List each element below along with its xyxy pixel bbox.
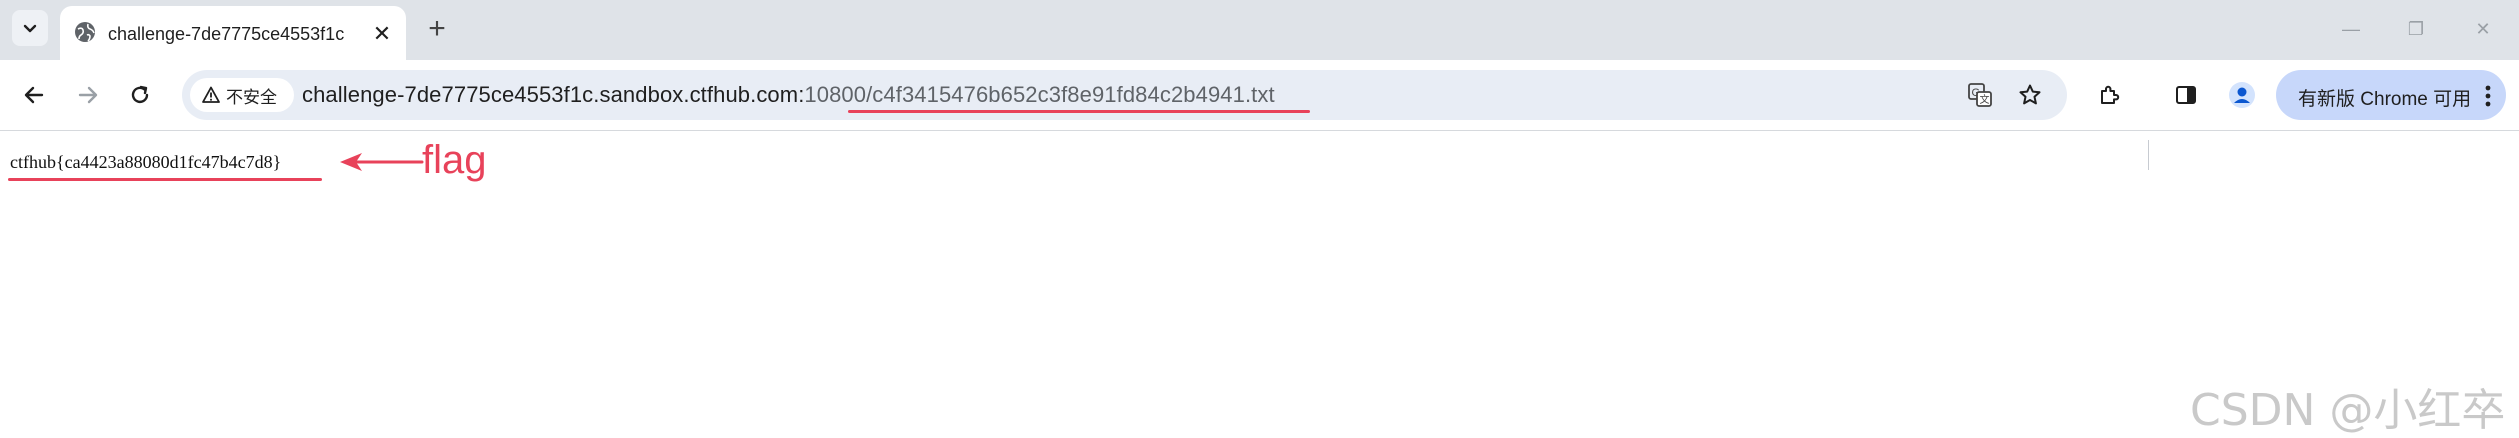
extensions-icon bbox=[2101, 85, 2120, 104]
translate-icon: G文 bbox=[1968, 83, 1992, 107]
back-icon bbox=[24, 86, 44, 104]
extensions-button[interactable] bbox=[2092, 77, 2128, 113]
bookmark-button[interactable] bbox=[2015, 80, 2045, 110]
translate-button[interactable]: G文 bbox=[1965, 80, 1995, 110]
star-icon bbox=[2019, 84, 2041, 105]
forward-button[interactable] bbox=[70, 77, 106, 113]
annotation-label: flag bbox=[422, 138, 487, 182]
tab-active[interactable]: challenge-7de7775ce4553f1c ✕ bbox=[60, 6, 406, 60]
reload-button[interactable] bbox=[122, 77, 158, 113]
reload-icon bbox=[131, 85, 149, 104]
security-chip[interactable]: 不安全 bbox=[190, 78, 294, 112]
more-icon[interactable] bbox=[2482, 84, 2494, 108]
toolbar-divider bbox=[2148, 140, 2149, 170]
toolbar: 不安全 challenge-7de7775ce4553f1c.sandbox.c… bbox=[0, 60, 2519, 170]
profile-icon bbox=[2229, 82, 2255, 108]
chrome-update-label: 有新版 Chrome 可用 bbox=[2298, 89, 2472, 110]
profile-button[interactable] bbox=[2224, 77, 2260, 113]
chrome-update-button[interactable]: 有新版 Chrome 可用 bbox=[2276, 70, 2506, 120]
back-button[interactable] bbox=[16, 77, 52, 113]
globe-icon bbox=[75, 22, 95, 42]
annotation-arrow-icon bbox=[340, 153, 424, 171]
warning-icon bbox=[202, 86, 220, 103]
tab-title: challenge-7de7775ce4553f1c bbox=[108, 24, 345, 44]
forward-icon bbox=[78, 86, 98, 104]
chevron-down-icon bbox=[23, 24, 37, 33]
svg-text:文: 文 bbox=[1980, 93, 1990, 106]
tab-search-button[interactable] bbox=[12, 10, 48, 46]
url-text[interactable]: challenge-7de7775ce4553f1c.sandbox.ctfhu… bbox=[302, 82, 1275, 108]
flag-text: ctfhub{ca4423a88080d1fc47b4c7d8} bbox=[10, 152, 282, 172]
window-close-icon[interactable]: ✕ bbox=[2468, 14, 2498, 44]
security-label: 不安全 bbox=[226, 87, 277, 107]
url-annotation-underline bbox=[848, 110, 1310, 113]
flag-annotation-underline bbox=[8, 178, 322, 181]
url-host: challenge-7de7775ce4553f1c.sandbox.ctfhu… bbox=[302, 82, 805, 107]
restore-icon[interactable]: ❐ bbox=[2401, 14, 2431, 44]
url-path: 10800/c4f3415476b652c3f8e91fd84c2b4941.t… bbox=[804, 82, 1275, 107]
minimize-icon[interactable]: — bbox=[2336, 14, 2366, 44]
watermark: CSDN @小红卒 bbox=[2190, 385, 2506, 436]
side-panel-icon bbox=[2176, 86, 2196, 104]
side-panel-button[interactable] bbox=[2168, 77, 2204, 113]
tab-strip: challenge-7de7775ce4553f1c ✕ + — ❐ ✕ bbox=[0, 0, 2519, 60]
tab-close-icon[interactable]: ✕ bbox=[368, 20, 396, 48]
new-tab-button[interactable]: + bbox=[420, 12, 454, 46]
